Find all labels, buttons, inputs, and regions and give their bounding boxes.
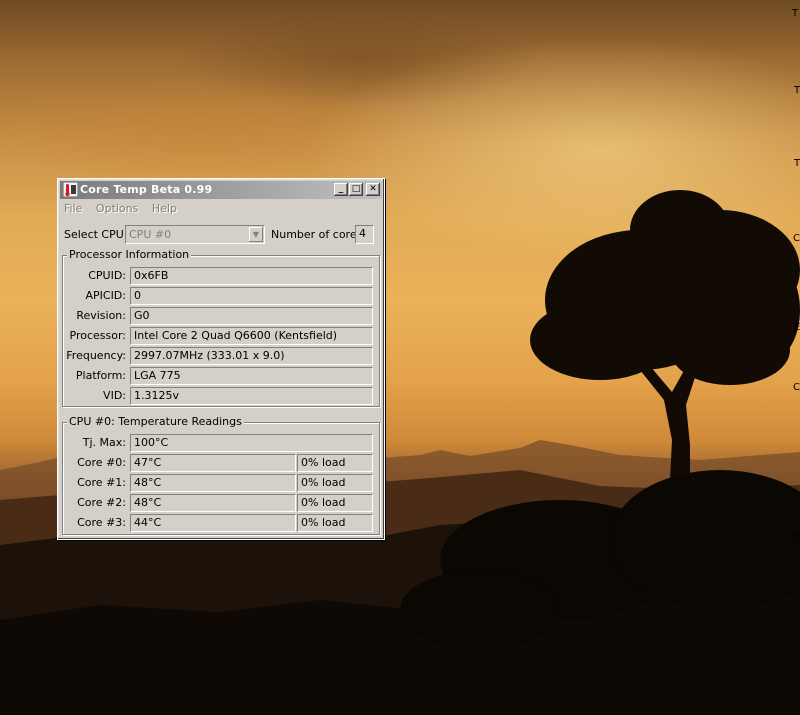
close-button[interactable]: ✕ <box>366 183 380 196</box>
core1-temp: 48°C <box>130 474 296 492</box>
core3-temp: 44°C <box>130 514 296 532</box>
core2-label: Core #2: <box>77 496 126 509</box>
cpu-select-value: CPU #0 <box>129 228 172 241</box>
desktop-icon-label[interactable]: C <box>793 382 800 393</box>
core2-temp: 48°C <box>130 494 296 512</box>
desktop-icon-label[interactable]: T <box>794 85 800 96</box>
processor-value: Intel Core 2 Quad Q6600 (Kentsfield) <box>130 327 373 345</box>
minimize-button[interactable]: _ <box>334 183 348 196</box>
title-bar[interactable]: Core Temp Beta 0.99 _ □ ✕ <box>60 181 382 199</box>
number-of-cores-label: Number of cores <box>271 228 363 241</box>
cpuid-value: 0x6FB <box>130 267 373 285</box>
core0-load: 0% load <box>297 454 373 472</box>
platform-value: LGA 775 <box>130 367 373 385</box>
close-icon: ✕ <box>369 184 377 194</box>
number-of-cores-value: 4 <box>355 225 374 244</box>
core-temp-app-icon[interactable] <box>63 182 78 197</box>
desktop-icon-label[interactable]: T <box>794 158 800 169</box>
select-cpu-label: Select CPU: <box>64 228 128 241</box>
core0-label: Core #0: <box>77 456 126 469</box>
core1-load: 0% load <box>297 474 373 492</box>
processor-label: Processor: <box>69 329 127 342</box>
apicid-label: APICID: <box>85 289 126 302</box>
minimize-icon: _ <box>338 184 344 194</box>
tjmax-value: 100°C <box>130 434 373 452</box>
tjmax-label: Tj. Max: <box>82 436 126 449</box>
apicid-value: 0 <box>130 287 373 305</box>
temperature-title: CPU #0: Temperature Readings <box>67 415 244 428</box>
cpu-select-dropdown[interactable]: CPU #0 ▼ <box>125 225 265 244</box>
core1-label: Core #1: <box>77 476 126 489</box>
window-title: Core Temp Beta 0.99 <box>80 183 213 196</box>
revision-label: Revision: <box>76 309 126 322</box>
chevron-down-icon[interactable]: ▼ <box>249 227 263 242</box>
menu-options[interactable]: Options <box>96 202 138 215</box>
processor-info-title: Processor Information <box>67 248 192 261</box>
core3-load: 0% load <box>297 514 373 532</box>
desktop-icon-label[interactable]: C <box>793 532 800 543</box>
desktop-icon-label[interactable]: C <box>793 233 800 244</box>
menu-help[interactable]: Help <box>152 202 177 215</box>
maximize-icon: □ <box>351 184 361 194</box>
revision-value: G0 <box>130 307 373 325</box>
platform-label: Platform: <box>75 369 126 382</box>
menu-file[interactable]: File <box>64 202 82 215</box>
frequency-label: Frequency: <box>66 349 126 362</box>
core-temp-window[interactable]: Core Temp Beta 0.99 _ □ ✕ File Options H… <box>57 178 385 540</box>
vid-label: VID: <box>103 389 126 402</box>
cpuid-label: CPUID: <box>88 269 126 282</box>
core2-load: 0% load <box>297 494 373 512</box>
frequency-value: 2997.07MHz (333.01 x 9.0) <box>130 347 373 365</box>
core0-temp: 47°C <box>130 454 296 472</box>
desktop-icon-label[interactable]: E <box>794 322 800 333</box>
menu-bar: File Options Help <box>64 202 187 218</box>
maximize-button[interactable]: □ <box>349 183 363 196</box>
desktop-icon-label[interactable]: T <box>792 8 798 19</box>
vid-value: 1.3125v <box>130 387 373 405</box>
core3-label: Core #3: <box>77 516 126 529</box>
